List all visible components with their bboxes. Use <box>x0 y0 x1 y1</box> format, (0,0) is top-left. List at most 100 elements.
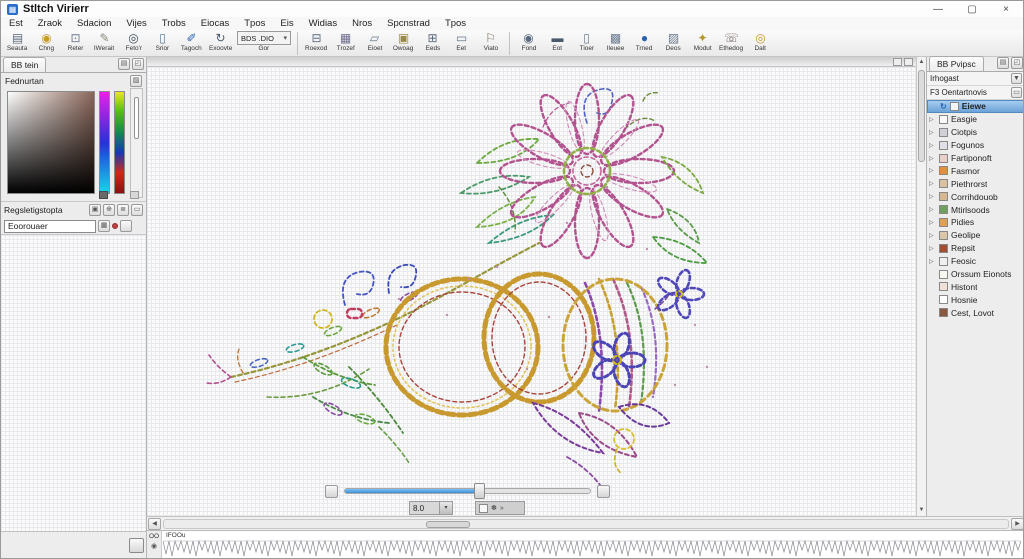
expand-chevron-icon[interactable]: ▷ <box>929 155 936 162</box>
panel-float-button[interactable]: ◰ <box>1011 57 1023 69</box>
hue-strip-2[interactable] <box>114 91 125 194</box>
expand-chevron-icon[interactable]: ▷ <box>929 193 936 200</box>
design-tree-item[interactable]: ▷ ↻ Pidies <box>927 216 1023 229</box>
maximize-button[interactable]: ▢ <box>965 4 979 15</box>
menu-item[interactable]: Tpos <box>244 18 265 29</box>
minimize-button[interactable]: — <box>931 4 945 15</box>
picker-foot-button[interactable] <box>99 191 108 199</box>
toolbar-button[interactable]: ▤ Seauta <box>3 31 32 52</box>
vertical-scroll-thumb[interactable] <box>918 70 925 162</box>
canvas-horizontal-scrollbar[interactable]: ◀ ▶ <box>147 516 1023 530</box>
stitch-timeline[interactable]: OO ◉ IFOOu <box>147 530 1023 558</box>
toolbar-button[interactable]: ▱ Eioet <box>360 31 389 52</box>
design-tree-item[interactable]: ▷ ↻ Corrihdouob <box>927 190 1023 203</box>
design-tree-item[interactable]: ▷ ↻ Histont <box>927 280 1023 293</box>
design-tree-item[interactable]: ▷ ↻ Feosic <box>927 255 1023 268</box>
design-tree-item[interactable]: ▷ ↻ Fartiponoft <box>927 152 1023 165</box>
design-tree-item[interactable]: ▷ ↻ Eiewe <box>927 100 1023 113</box>
toolbar-button[interactable]: ▦ Trozef <box>331 31 360 52</box>
menu-item[interactable]: Eiocas <box>201 18 230 29</box>
toolbar-button[interactable]: ◉ Chng <box>32 31 61 52</box>
menu-item[interactable]: Eis <box>280 18 293 29</box>
design-tree-item[interactable]: ▷ ↻ Fasmor <box>927 164 1023 177</box>
expand-chevron-icon[interactable]: ▷ <box>929 116 936 123</box>
stitch-step-control[interactable]: ✽ » <box>475 501 525 515</box>
panel-float-button[interactable]: ◰ <box>132 58 144 70</box>
toolbar-button[interactable]: ▭ Eet <box>447 31 476 52</box>
toolbar-button[interactable]: ☏ Ethedog <box>717 31 746 52</box>
scroll-up-button[interactable]: ▲ <box>917 57 926 68</box>
menu-item[interactable]: Zraok <box>38 18 62 29</box>
slider-left-button[interactable] <box>325 484 338 498</box>
expand-chevron-icon[interactable]: ▷ <box>929 258 936 265</box>
hue-strip-1[interactable] <box>99 91 110 194</box>
design-panel-tab[interactable]: BB Pvipsc <box>929 56 984 71</box>
design-tree-item[interactable]: ▷ ↻ Piethrorst <box>927 177 1023 190</box>
horizontal-scroll-track[interactable] <box>163 519 1009 529</box>
format-dropdown[interactable]: BDS .DIO ▾ <box>237 31 291 45</box>
canvas-vertical-scrollbar[interactable]: ▲ ▼ <box>916 57 926 516</box>
tree-root-row[interactable]: F3 Oentartnovis ▭ <box>927 86 1023 100</box>
toolbar-button[interactable]: ⊞ Eeds <box>418 31 447 52</box>
box-view-button[interactable]: ▭ <box>131 204 143 216</box>
toolbar-button[interactable]: ▯ Tioer <box>572 31 601 52</box>
expand-chevron-icon[interactable]: ▷ <box>929 129 936 136</box>
expand-chevron-icon[interactable]: ▷ <box>929 219 936 226</box>
toolbar-button[interactable]: ↻ Exoovte <box>206 31 235 52</box>
menu-item[interactable]: Spcnstrad <box>387 18 430 29</box>
design-tree-item[interactable]: ▷ ↻ Ciotpis <box>927 126 1023 139</box>
toolbar-button[interactable]: ◎ Dalt <box>746 31 775 52</box>
menu-item[interactable]: Est <box>9 18 23 29</box>
toolbar-button[interactable]: ● Trned <box>630 31 659 52</box>
toolbar-button[interactable]: ✐ Tagoch <box>177 31 206 52</box>
slider-handle[interactable] <box>473 483 485 499</box>
menu-item[interactable]: Vijes <box>126 18 146 29</box>
toolbar-button[interactable]: ▬ Eot <box>543 31 572 52</box>
design-tree-item[interactable]: ▷ ↻ Orssum Eionots <box>927 268 1023 281</box>
design-tree-item[interactable]: ▷ ↻ Fogunos <box>927 139 1023 152</box>
apply-color-button[interactable] <box>120 220 132 232</box>
toolbar-button[interactable]: ▨ Deos <box>659 31 688 52</box>
panel-menu-button[interactable]: ▤ <box>118 58 130 70</box>
grid-view-button[interactable]: ▣ <box>89 204 101 216</box>
canvas-float-button[interactable] <box>904 57 913 66</box>
expand-chevron-icon[interactable]: ▷ <box>929 245 936 252</box>
expand-chevron-icon[interactable]: ▷ <box>929 142 936 149</box>
speed-value-box[interactable]: 8.0 ▾ <box>409 501 453 515</box>
toolbar-button[interactable]: ▩ Ileuee <box>601 31 630 52</box>
corner-toggle-button[interactable] <box>129 538 144 553</box>
panel-menu-button[interactable]: ▤ <box>997 57 1009 69</box>
picker-scrollbar[interactable] <box>130 88 143 198</box>
toolbar-button[interactable]: ⊟ Roexod <box>302 31 331 52</box>
toolbar-button[interactable]: ▯ Srior <box>148 31 177 52</box>
color-panel-tab[interactable]: BB tein <box>3 57 47 72</box>
scroll-right-button[interactable]: ▶ <box>1011 518 1023 530</box>
sv-square[interactable] <box>7 91 95 194</box>
toolbar-button[interactable]: ✦ Modut <box>688 31 717 52</box>
design-tree-item[interactable]: ▷ ↻ Repsit <box>927 242 1023 255</box>
toolbar-button[interactable]: ◎ Feto'r <box>119 31 148 52</box>
canvas-menu-button[interactable] <box>893 57 902 66</box>
menu-item[interactable]: Trobs <box>162 18 186 29</box>
add-color-button[interactable]: ⊕ <box>103 204 115 216</box>
list-view-button[interactable]: ≣ <box>117 204 129 216</box>
expand-chevron-icon[interactable]: ▷ <box>929 167 936 174</box>
close-button[interactable]: × <box>999 4 1013 15</box>
design-tree-item[interactable]: ▷ ↻ Geolipe <box>927 229 1023 242</box>
filter-button[interactable]: ▼ <box>1011 73 1022 84</box>
toolbar-button[interactable]: ◉ Fond <box>514 31 543 52</box>
expand-chevron-icon[interactable]: ▷ <box>929 180 936 187</box>
color-options-button[interactable]: ▨ <box>130 74 142 87</box>
design-tree-item[interactable]: ▷ ↻ Hosnie <box>927 293 1023 306</box>
toolbar-button[interactable]: ⚐ Viato <box>476 31 505 52</box>
design-canvas[interactable]: 8.0 ▾ ✽ » <box>147 57 916 516</box>
toolbar-button[interactable]: ✎ IWerait <box>90 31 119 52</box>
speed-dropdown-button[interactable]: ▾ <box>439 502 452 514</box>
color-name-field[interactable] <box>4 219 96 233</box>
scroll-left-button[interactable]: ◀ <box>148 518 161 530</box>
palette-button[interactable]: ▦ <box>98 220 110 232</box>
expand-chevron-icon[interactable]: ▷ <box>929 232 936 239</box>
design-tree-item[interactable]: ▷ ↻ Easgie <box>927 113 1023 126</box>
scroll-down-button[interactable]: ▼ <box>917 505 926 516</box>
picker-foot-button-2[interactable] <box>130 191 139 199</box>
